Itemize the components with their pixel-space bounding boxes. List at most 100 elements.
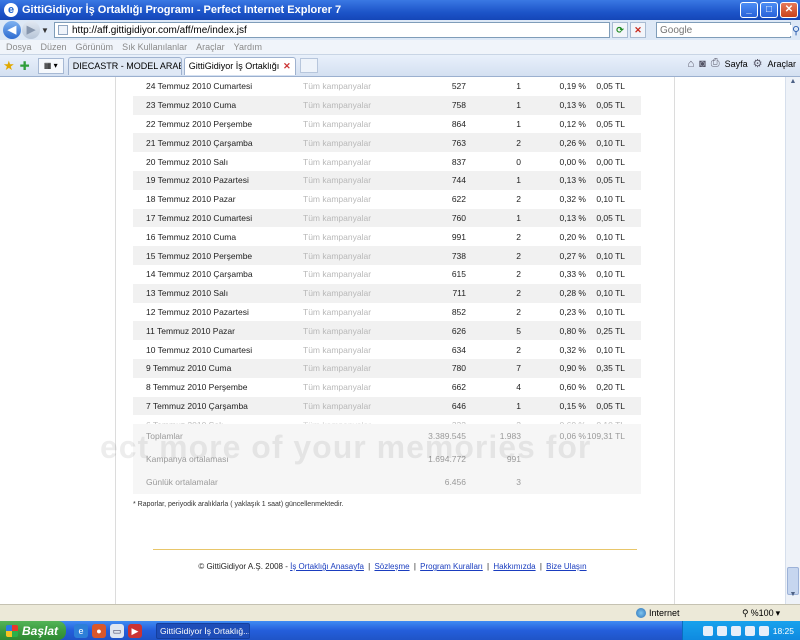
campaign-avg-label: Kampanya ortalaması	[133, 448, 418, 470]
row-campaign: Tüm kampanyalar	[303, 358, 418, 378]
quick-tabs-button[interactable]: ▦ ▾	[37, 57, 64, 74]
totals-count: 1.983	[466, 424, 521, 448]
row-earnings: 0,10 TL	[596, 231, 625, 242]
menu-tools[interactable]: Araçlar	[196, 42, 225, 52]
tab-gittigidiyor[interactable]: GittiGidiyor İş Ortaklığı Pr... ✕	[183, 56, 296, 75]
menu-file[interactable]: Dosya	[6, 42, 32, 52]
row-earnings: 0,10 TL	[596, 344, 625, 355]
row-campaign: Tüm kampanyalar	[303, 208, 418, 228]
menu-edit[interactable]: Düzen	[41, 42, 67, 52]
row-campaign: Tüm kampanyalar	[303, 283, 418, 303]
feeds-icon[interactable]: ◙	[699, 58, 706, 70]
row-value: 527	[451, 81, 466, 92]
footer-link-agreement[interactable]: Sözleşme	[374, 562, 409, 571]
page-menu[interactable]: Sayfa	[725, 59, 748, 69]
totals-tl: 109,31 TL	[586, 424, 641, 448]
table-row: 19 Temmuz 2010 Pazartesi Tüm kampanyalar 7…	[133, 170, 641, 190]
table-row: 14 Temmuz 2010 Çarşamba Tüm kampanyalar 61…	[133, 265, 641, 284]
firefox-quicklaunch-icon[interactable]: ●	[92, 623, 106, 638]
footer-link-contact[interactable]: Bize Ulaşın	[546, 562, 586, 571]
row-campaign: Tüm kampanyalar	[303, 344, 372, 355]
tray-volume-icon[interactable]	[744, 625, 755, 636]
row-percent: 0,15 %	[521, 396, 586, 416]
row-count: 1	[466, 95, 521, 115]
row-date: 7 Temmuz 2010 Çarşamba	[133, 396, 303, 416]
row-count: 2	[466, 283, 521, 303]
menu-favorites[interactable]: Sık Kullanılanlar	[122, 42, 187, 52]
favorites-star-icon[interactable]: ★	[3, 58, 15, 74]
zoom-dropdown-icon[interactable]: ▾	[776, 608, 781, 619]
footer-link-home[interactable]: İş Ortaklığı Anasayfa	[290, 562, 364, 571]
table-row: 16 Temmuz 2010 Cuma Tüm kampanyalar 991 2 0,…	[133, 227, 641, 246]
row-date: 22 Temmuz 2010 Perşembe	[146, 118, 253, 129]
row-value: 634	[451, 344, 466, 355]
scroll-up-icon[interactable]: ▲	[787, 78, 799, 90]
row-campaign: Tüm kampanyalar	[303, 396, 418, 416]
row-earnings: 0,10 TL	[596, 194, 625, 205]
tray-network-icon[interactable]	[702, 625, 713, 636]
table-row: 22 Temmuz 2010 Perşembe Tüm kampanyalar 86…	[133, 115, 641, 134]
tray-messenger-icon[interactable]	[758, 625, 769, 636]
table-row: 21 Temmuz 2010 Çarşamba Tüm kampanyalar 76…	[133, 133, 641, 153]
new-tab-button[interactable]	[299, 58, 318, 73]
daily-avg-value: 6.456	[418, 470, 466, 494]
row-campaign: Tüm kampanyalar	[303, 81, 372, 92]
maximize-button[interactable]: □	[760, 2, 778, 18]
tray-antivirus-icon[interactable]	[730, 625, 741, 636]
desktop-quicklaunch-icon[interactable]: ▭	[110, 623, 124, 638]
zoom-control[interactable]: ⚲ %100 ▾	[742, 608, 780, 619]
row-date: 12 Temmuz 2010 Pazartesi	[146, 306, 249, 317]
row-percent: 0,00 %	[559, 156, 586, 167]
history-dropdown-icon[interactable]: ▼	[41, 26, 51, 35]
search-input[interactable]	[660, 24, 792, 36]
copyright-text: © GittiGidiyor A.Ş. 2008 -	[198, 562, 288, 571]
row-date: 19 Temmuz 2010 Pazartesi	[133, 170, 303, 190]
menu-help[interactable]: Yardım	[234, 42, 262, 52]
row-count: 2	[516, 269, 521, 280]
forward-button[interactable]: ▶	[22, 21, 40, 39]
row-count: 1	[516, 118, 521, 129]
minimize-button[interactable]: _	[740, 2, 758, 18]
tab-diecastr[interactable]: DIECASTR - MODEL ARABA K...	[67, 56, 182, 75]
search-field[interactable]: ⚲	[656, 22, 800, 38]
address-field[interactable]	[54, 22, 610, 38]
row-campaign: Tüm kampanyalar	[303, 118, 372, 129]
quick-launch: e ● ▭ ▶	[74, 623, 142, 638]
back-button[interactable]: ◀	[3, 21, 21, 39]
scroll-down-icon[interactable]: ▼	[787, 591, 799, 603]
row-date: 16 Temmuz 2010 Cuma	[146, 231, 237, 242]
tools-menu[interactable]: Araçlar	[767, 59, 796, 69]
home-icon[interactable]: ⌂	[687, 58, 694, 70]
windows-logo-icon	[6, 624, 18, 637]
row-date: 23 Temmuz 2010 Cuma	[133, 95, 303, 115]
row-value: 760	[418, 208, 466, 228]
refresh-button[interactable]: ⟳	[612, 22, 628, 38]
search-icon[interactable]: ⚲	[792, 24, 800, 37]
close-tab-icon[interactable]: ✕	[283, 61, 291, 75]
row-count: 1	[516, 81, 521, 92]
ie-quicklaunch-icon[interactable]: e	[74, 623, 88, 638]
tray-security-icon[interactable]	[716, 625, 727, 636]
vertical-scrollbar[interactable]: ▲ ▼	[785, 77, 800, 604]
url-input[interactable]	[72, 24, 609, 36]
print-icon[interactable]: ⎙	[711, 57, 720, 70]
row-earnings: 0,05 TL	[596, 81, 625, 92]
menu-view[interactable]: Görünüm	[76, 42, 114, 52]
stop-button[interactable]: ✕	[630, 22, 646, 38]
tools-gear-icon[interactable]: ⚙	[753, 57, 763, 70]
row-earnings: 0,10 TL	[586, 283, 641, 303]
row-date: 13 Temmuz 2010 Salı	[133, 283, 303, 303]
footer-link-about[interactable]: Hakkımızda	[493, 562, 535, 571]
row-campaign: Tüm kampanyalar	[303, 133, 418, 153]
taskbar-item-ie[interactable]: GittiGidiyor İş Ortaklığ...	[156, 622, 250, 639]
footer-link-rules[interactable]: Program Kuralları	[420, 562, 483, 571]
row-count: 2	[466, 246, 521, 265]
campaign-avg-count: 991	[466, 448, 521, 470]
media-quicklaunch-icon[interactable]: ▶	[128, 623, 142, 638]
start-button[interactable]: Başlat	[0, 621, 66, 640]
report-footnote: * Raporlar, periyodik aralıklarla ( yakl…	[133, 501, 344, 508]
add-favorite-icon[interactable]: ✚	[20, 59, 30, 73]
row-earnings: 0,05 TL	[596, 118, 625, 129]
close-button[interactable]: ✕	[780, 2, 798, 18]
row-value: 991	[451, 231, 466, 242]
